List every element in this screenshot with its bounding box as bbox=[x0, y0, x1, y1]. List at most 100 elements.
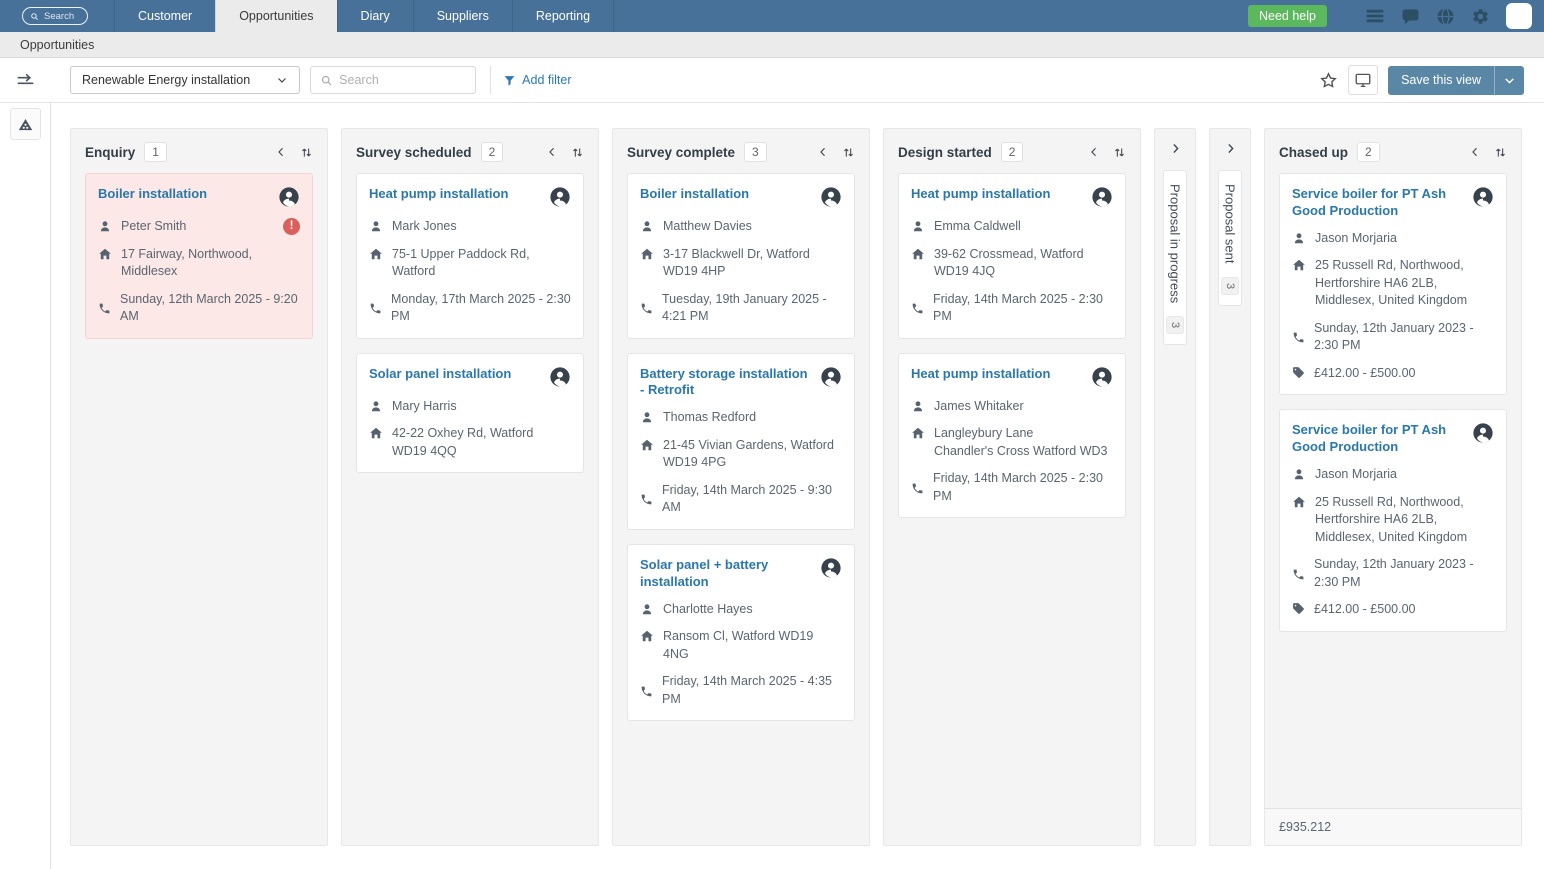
opportunity-card[interactable]: Boiler installationPeter Smith!17 Fairwa… bbox=[85, 173, 313, 339]
sort-column-icon[interactable] bbox=[842, 146, 855, 159]
card-contact-row: Peter Smith! bbox=[98, 218, 300, 236]
tab-customer[interactable]: Customer bbox=[114, 0, 215, 32]
collapsed-column-pill[interactable]: Proposal sent3 bbox=[1218, 170, 1242, 306]
column-title: Design started bbox=[898, 145, 992, 160]
tab-diary[interactable]: Diary bbox=[337, 0, 413, 32]
phone-icon bbox=[911, 302, 924, 315]
collapse-column-icon[interactable] bbox=[817, 146, 829, 158]
sort-column-icon[interactable] bbox=[1494, 146, 1507, 159]
kanban-column-collapsed: Proposal in progress3 bbox=[1154, 128, 1196, 846]
kanban-column: Design started2Heat pump installationEmm… bbox=[883, 128, 1141, 846]
card-address-row: 25 Russell Rd, Northwood, Hertforshire H… bbox=[1292, 257, 1494, 310]
column-count-badge: 2 bbox=[1357, 142, 1380, 162]
column-cards: Boiler installationPeter Smith!17 Fairwa… bbox=[71, 171, 327, 845]
datetime-text: Tuesday, 19th January 2025 - 4:21 PM bbox=[662, 291, 842, 326]
column-header-actions bbox=[1469, 146, 1507, 159]
card-title: Boiler installation bbox=[640, 186, 749, 203]
pipeline-filter-select[interactable]: Renewable Energy installation bbox=[70, 66, 300, 94]
opportunity-card[interactable]: Service boiler for PT Ash Good Productio… bbox=[1279, 409, 1507, 631]
need-help-button[interactable]: Need help bbox=[1248, 5, 1327, 27]
user-avatar[interactable] bbox=[1506, 3, 1532, 29]
collapse-column-icon[interactable] bbox=[1088, 146, 1100, 158]
column-cards: Service boiler for PT Ash Good Productio… bbox=[1265, 171, 1521, 808]
assignee-avatar-icon[interactable] bbox=[549, 366, 571, 388]
assignee-avatar-icon[interactable] bbox=[549, 186, 571, 208]
card-title: Service boiler for PT Ash Good Productio… bbox=[1292, 186, 1464, 220]
card-contact-row: Charlotte Hayes bbox=[640, 601, 842, 619]
card-title: Battery storage installation - Retrofit bbox=[640, 366, 812, 400]
save-view-button[interactable]: Save this view bbox=[1388, 66, 1494, 95]
menu-icon[interactable] bbox=[1365, 6, 1385, 26]
card-contact-row: Emma Caldwell bbox=[911, 218, 1113, 236]
person-icon bbox=[640, 219, 654, 233]
datetime-text: Sunday, 12th January 2023 - 2:30 PM bbox=[1314, 556, 1494, 591]
assignee-avatar-icon[interactable] bbox=[1091, 186, 1113, 208]
add-filter-label: Add filter bbox=[522, 73, 571, 87]
expand-column-icon[interactable] bbox=[1224, 142, 1237, 155]
assignee-avatar-icon[interactable] bbox=[1472, 186, 1494, 208]
assignee-avatar-icon[interactable] bbox=[278, 186, 300, 208]
save-view-split-button: Save this view bbox=[1388, 66, 1524, 95]
tab-reporting[interactable]: Reporting bbox=[512, 0, 614, 32]
favorite-star-icon[interactable] bbox=[1319, 71, 1338, 90]
card-address-row: 42-22 Oxhey Rd, Watford WD19 4QQ bbox=[369, 425, 571, 460]
kanban-column: Survey scheduled2Heat pump installationM… bbox=[341, 128, 599, 846]
collapse-column-icon[interactable] bbox=[1469, 146, 1481, 158]
contact-name: Charlotte Hayes bbox=[663, 601, 842, 619]
assignee-avatar-icon[interactable] bbox=[820, 366, 842, 388]
assignee-avatar-icon[interactable] bbox=[1472, 422, 1494, 444]
card-header: Service boiler for PT Ash Good Productio… bbox=[1292, 422, 1494, 456]
opportunity-card[interactable]: Solar panel installationMary Harris42-22… bbox=[356, 353, 584, 474]
gear-icon[interactable] bbox=[1471, 7, 1490, 26]
board-search-input[interactable] bbox=[339, 73, 466, 87]
assignee-avatar-icon[interactable] bbox=[1091, 366, 1113, 388]
assignee-avatar-icon[interactable] bbox=[820, 186, 842, 208]
expand-sidebar-icon[interactable] bbox=[16, 71, 35, 90]
chat-icon[interactable] bbox=[1401, 7, 1420, 26]
sort-column-icon[interactable] bbox=[571, 146, 584, 159]
sort-column-icon[interactable] bbox=[300, 146, 313, 159]
tag-icon bbox=[1292, 602, 1305, 615]
opportunity-card[interactable]: Solar panel + battery installationCharlo… bbox=[627, 544, 855, 721]
column-cards: Boiler installationMatthew Davies3-17 Bl… bbox=[613, 171, 869, 845]
column-title: Enquiry bbox=[85, 145, 135, 160]
view-actions: Save this view bbox=[1319, 65, 1544, 95]
tab-suppliers[interactable]: Suppliers bbox=[413, 0, 512, 32]
opportunity-card[interactable]: Heat pump installationJames WhitakerLang… bbox=[898, 353, 1126, 519]
collapse-column-icon[interactable] bbox=[546, 146, 558, 158]
column-header-actions bbox=[546, 146, 584, 159]
kanban-column: Chased up2Service boiler for PT Ash Good… bbox=[1264, 128, 1522, 846]
sort-column-icon[interactable] bbox=[1113, 146, 1126, 159]
filter-toolbar: Renewable Energy installation Add filter… bbox=[0, 58, 1544, 103]
opportunity-card[interactable]: Heat pump installationMark Jones75-1 Upp… bbox=[356, 173, 584, 339]
contact-name: Matthew Davies bbox=[663, 218, 842, 236]
breadcrumb: Opportunities bbox=[20, 38, 94, 52]
add-filter-button[interactable]: Add filter bbox=[503, 73, 571, 87]
tab-opportunities[interactable]: Opportunities bbox=[215, 0, 336, 32]
address-text: Ransom Cl, Watford WD19 4NG bbox=[663, 628, 842, 663]
funnel-icon bbox=[503, 74, 516, 87]
address-text: Langleybury Lane Chandler's Cross Watfor… bbox=[934, 425, 1113, 460]
save-view-dropdown-button[interactable] bbox=[1494, 66, 1524, 95]
opportunity-card[interactable]: Heat pump installationEmma Caldwell39-62… bbox=[898, 173, 1126, 339]
address-text: 42-22 Oxhey Rd, Watford WD19 4QQ bbox=[392, 425, 571, 460]
global-search-input[interactable]: Search bbox=[22, 7, 88, 25]
home-icon bbox=[1292, 258, 1306, 272]
card-address-row: Langleybury Lane Chandler's Cross Watfor… bbox=[911, 425, 1113, 460]
assignee-avatar-icon[interactable] bbox=[820, 557, 842, 579]
card-contact-row: Mark Jones bbox=[369, 218, 571, 236]
collapsed-column-pill[interactable]: Proposal in progress3 bbox=[1163, 170, 1187, 345]
display-view-button[interactable] bbox=[1348, 65, 1378, 95]
expand-column-icon[interactable] bbox=[1169, 142, 1182, 155]
globe-icon[interactable] bbox=[1436, 7, 1455, 26]
home-icon bbox=[640, 438, 654, 452]
card-header: Solar panel installation bbox=[369, 366, 571, 388]
person-icon bbox=[369, 219, 383, 233]
opportunity-card[interactable]: Boiler installationMatthew Davies3-17 Bl… bbox=[627, 173, 855, 339]
collapse-column-icon[interactable] bbox=[275, 146, 287, 158]
opportunity-card[interactable]: Service boiler for PT Ash Good Productio… bbox=[1279, 173, 1507, 395]
pipeline-view-button[interactable] bbox=[10, 108, 41, 140]
card-address-row: 75-1 Upper Paddock Rd, Watford bbox=[369, 246, 571, 281]
opportunity-card[interactable]: Battery storage installation - RetrofitT… bbox=[627, 353, 855, 530]
card-contact-row: Jason Morjaria bbox=[1292, 466, 1494, 484]
